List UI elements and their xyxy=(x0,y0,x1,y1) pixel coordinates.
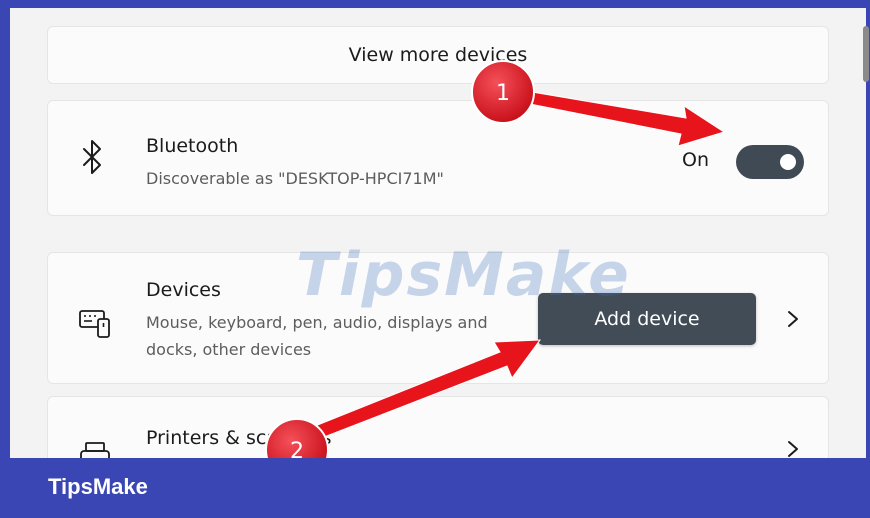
printers-card[interactable]: Printers & scanners xyxy=(47,396,829,470)
bluetooth-description: Discoverable as "DESKTOP-HPCI71M" xyxy=(146,169,444,188)
scrollbar-thumb[interactable] xyxy=(863,26,869,82)
footer-bar: TipsMake xyxy=(10,458,870,518)
bluetooth-toggle-label: On xyxy=(682,149,709,171)
watermark-logo: TipsMake xyxy=(296,240,631,310)
frame-top-border xyxy=(0,0,870,8)
footer-brand: TipsMake xyxy=(48,474,148,499)
printers-title: Printers & scanners xyxy=(146,427,332,449)
view-more-devices-label: View more devices xyxy=(348,44,528,66)
bluetooth-icon xyxy=(78,137,108,177)
devices-title: Devices xyxy=(146,279,221,301)
toggle-knob xyxy=(780,154,796,170)
bluetooth-card: Bluetooth Discoverable as "DESKTOP-HPCI7… xyxy=(47,100,829,216)
bluetooth-toggle[interactable] xyxy=(736,145,804,179)
settings-panel: View more devices Bluetooth Discoverable… xyxy=(10,8,869,470)
keyboard-device-icon xyxy=(78,305,112,339)
view-more-devices-card[interactable]: View more devices xyxy=(47,26,829,84)
frame-left-border xyxy=(0,0,10,518)
chevron-right-icon[interactable] xyxy=(786,439,800,459)
chevron-right-icon[interactable] xyxy=(786,309,800,329)
bluetooth-title: Bluetooth xyxy=(146,135,239,157)
devices-description: Mouse, keyboard, pen, audio, displays an… xyxy=(146,313,488,359)
